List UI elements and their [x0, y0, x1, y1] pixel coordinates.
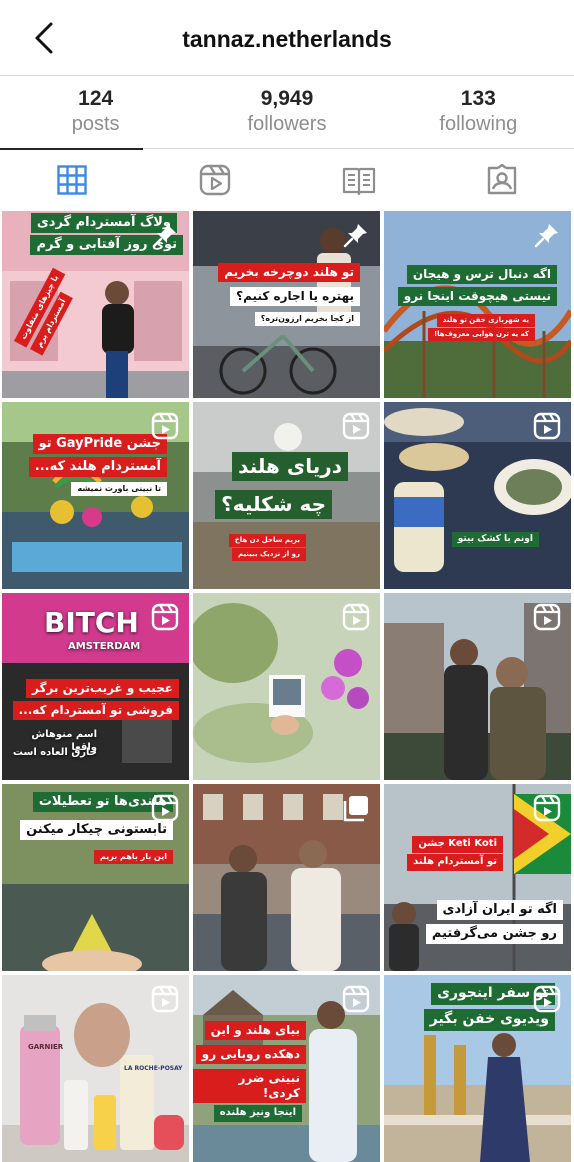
- post-caption-line: دریای هلند: [232, 452, 348, 481]
- post-tile-3[interactable]: اگه دنبال ترس و هیجان نیستی هیچوقت اینجا…: [384, 211, 571, 398]
- reels-icon: [533, 985, 561, 1013]
- post-caption-line: چه شکلیه؟: [215, 490, 332, 519]
- post-caption-line: فروشی تو آمستردام که...: [12, 701, 179, 720]
- posts-grid: ولاگ آمستردام گردی توی روز آفتابی و گرم …: [2, 211, 572, 1162]
- following-count-label: following: [439, 113, 518, 135]
- reels-icon: [151, 412, 179, 440]
- pin-icon: [152, 224, 176, 248]
- tab-reels[interactable]: [144, 149, 288, 210]
- multi-icon: [343, 796, 368, 822]
- post-tile-9[interactable]: [384, 593, 571, 780]
- posts-count-value: 124: [78, 87, 114, 110]
- reels-icon: [533, 603, 561, 631]
- profile-stats: 124 posts 9,949 followers 133 following: [0, 76, 574, 148]
- grid-icon: [57, 164, 87, 195]
- pin-icon: [534, 224, 558, 248]
- post-caption-line: نیستی هیچوقت اینجا نرو: [397, 287, 557, 306]
- post-caption-line: از کجا بخریم ارزون‌تره؟: [254, 312, 360, 326]
- post-caption-line: آمستردام هلند که...: [28, 457, 167, 478]
- tagged-icon: [488, 163, 517, 194]
- post-caption-line: GARNIER: [28, 1043, 64, 1051]
- post-tile-14[interactable]: بیای هلند و این دهکده روبایی رو نبینی ضر…: [193, 975, 380, 1162]
- post-tile-15[interactable]: تو سفر اینجوری ویدیوی خفن بگیر: [384, 975, 571, 1162]
- post-tile-10[interactable]: هلندی‌ها تو تعطیلات تابستونی چیکار میکنن…: [2, 784, 189, 971]
- post-caption-line: رو جشن می‌گرفتیم: [425, 924, 563, 945]
- post-tile-1[interactable]: ولاگ آمستردام گردی توی روز آفتابی و گرم …: [2, 211, 189, 398]
- post-tile-13[interactable]: GARNIER LA ROCHE-POSAY: [2, 975, 189, 1162]
- reels-icon: [533, 412, 561, 440]
- following-count[interactable]: 133 following: [383, 76, 574, 148]
- reels-icon: [342, 603, 370, 631]
- following-count-value: 133: [460, 87, 496, 110]
- post-tile-4[interactable]: جشن GayPride تو آمستردام هلند که... تا ن…: [2, 402, 189, 589]
- post-caption-line: LA ROCHE-POSAY: [124, 1065, 183, 1072]
- post-caption-line: بریم ساحل دن هاخ: [228, 534, 306, 547]
- posts-count-label: posts: [71, 113, 120, 135]
- post-tile-11[interactable]: [193, 784, 380, 971]
- post-caption-line: این بار باهم بریم: [94, 850, 173, 864]
- post-caption-line: عجیب و غریب‌ترین برگر: [26, 679, 179, 698]
- post-caption-line: AMSTERDAM: [68, 641, 141, 652]
- post-caption-line: اگه دنبال ترس و هیجان: [406, 265, 557, 284]
- post-tile-6[interactable]: اونم با کشک بیتو: [384, 402, 571, 589]
- reels-icon: [151, 794, 179, 822]
- post-caption-line: تا نبینی باورت نمیشه: [71, 482, 167, 496]
- post-caption-line: یه شهربازی خفن تو هلند: [436, 314, 535, 327]
- post-caption-line: تو هلند دوچرخه بخریم: [218, 263, 360, 282]
- post-tile-12[interactable]: Keti Koti جشن تو آمستردام هلند اگه تو ای…: [384, 784, 571, 971]
- post-caption-line: جشن GayPride تو: [32, 434, 167, 455]
- post-tile-8[interactable]: [193, 593, 380, 780]
- reels-icon: [151, 603, 179, 631]
- followers-count[interactable]: 9,949 followers: [191, 76, 382, 148]
- reels-icon: [533, 794, 561, 822]
- post-caption-line: دهکده روبایی رو: [195, 1045, 306, 1064]
- pin-icon: [343, 224, 367, 248]
- post-tile-7[interactable]: BITCH AMSTERDAM عجیب و غریب‌ترین برگر فر…: [2, 593, 189, 780]
- post-caption-line: اگه تو ایران آزادی: [436, 900, 563, 921]
- post-caption-line: BITCH: [44, 606, 139, 639]
- tab-tagged[interactable]: [431, 149, 574, 210]
- tab-guides[interactable]: [287, 149, 431, 210]
- reels-icon: [151, 985, 179, 1013]
- reels-icon: [342, 985, 370, 1013]
- post-caption-line: خارق العاده است: [12, 747, 97, 758]
- reels-icon: [200, 164, 231, 195]
- reels-icon: [342, 412, 370, 440]
- post-caption-line: Keti Koti جشن: [412, 836, 503, 853]
- followers-count-label: followers: [247, 113, 327, 135]
- profile-username: tannaz.netherlands: [182, 26, 392, 52]
- post-caption-line: که یه ترن هوایی معروف‌ها!: [427, 328, 535, 341]
- top-bar: tannaz.netherlands: [0, 0, 574, 76]
- post-tile-5[interactable]: دریای هلند چه شکلیه؟ بریم ساحل دن هاخ رو…: [193, 402, 380, 589]
- guides-icon: [342, 167, 375, 195]
- post-caption-line: بیای هلند و این: [204, 1021, 306, 1040]
- posts-count[interactable]: 124 posts: [0, 76, 191, 148]
- post-caption-line: رو از نزدیک ببینیم: [231, 548, 306, 561]
- post-caption-line: بهتره یا اجاره کنیم؟: [230, 287, 360, 306]
- post-caption-line: اونم با کشک بیتو: [451, 532, 539, 548]
- post-caption-line: اینجا ونیز هلنده: [213, 1105, 302, 1122]
- post-caption-line: نبینی ضرر کردی!: [193, 1069, 306, 1103]
- profile-tabs: [0, 148, 574, 210]
- followers-count-value: 9,949: [260, 87, 314, 110]
- post-tile-2[interactable]: تو هلند دوچرخه بخریم بهتره یا اجاره کنیم…: [193, 211, 380, 398]
- tab-posts-grid[interactable]: [0, 148, 144, 210]
- post-caption-line: تو آمستردام هلند: [407, 854, 503, 871]
- post-caption-line: تابستونی چیکار میکنن: [20, 820, 173, 841]
